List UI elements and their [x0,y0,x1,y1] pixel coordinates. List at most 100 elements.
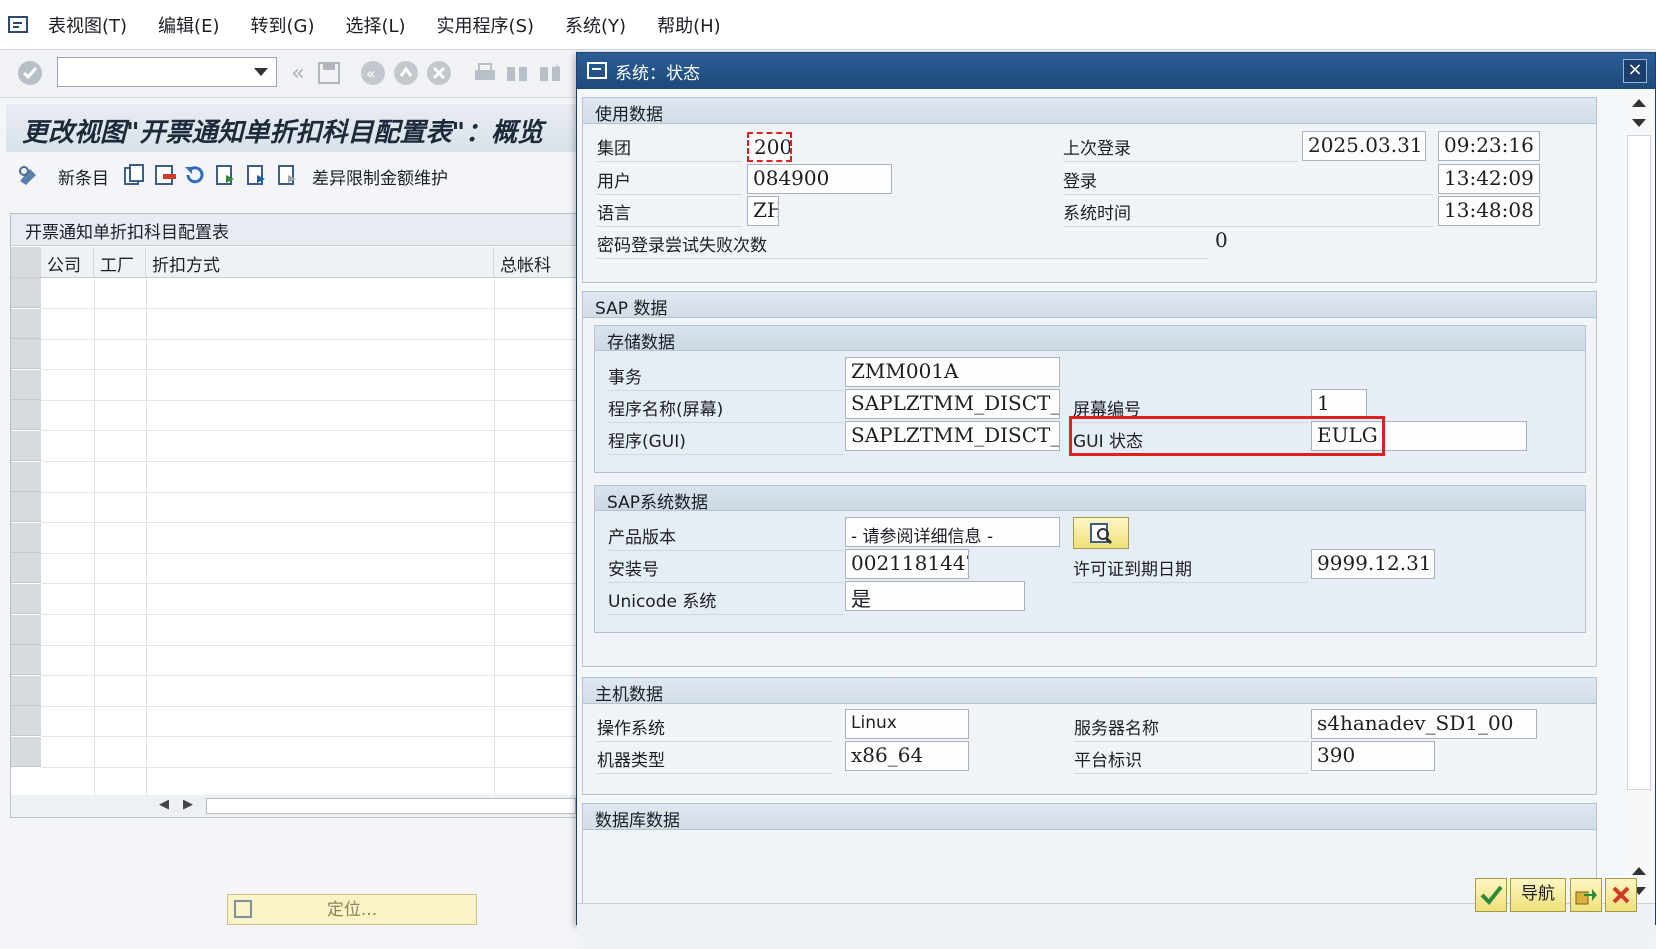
column-header-discount-method[interactable]: 折扣方式 [146,247,494,278]
find-next-icon[interactable]: + [537,60,563,86]
cancel-x-icon[interactable] [1605,878,1637,912]
system-status-dialog: 系统：状态 × 使用数据 集团 200 用户 084900 语言 ZH 密码登录… [576,52,1656,949]
row-selector[interactable] [11,675,41,706]
client-field[interactable]: 200 [747,132,792,162]
row-selector[interactable] [11,339,41,370]
select-all-rows[interactable] [11,247,41,278]
copy-icon[interactable] [121,162,147,188]
row-selector[interactable] [11,645,41,676]
menu-system[interactable]: 系统(Y) [565,12,626,38]
scroll-track[interactable] [1627,135,1651,790]
svg-text:+: + [553,62,561,73]
server-name-field: s4hanadev_SD1_00 [1311,709,1537,739]
table-row[interactable] [41,552,579,554]
scroll-left-icon[interactable]: ◀ [159,797,169,812]
menu-edit[interactable]: 编辑(E) [158,12,219,38]
row-selector[interactable] [11,492,41,523]
undo-icon[interactable] [182,162,208,188]
locate-label: 定位... [326,900,378,920]
row-selector[interactable] [11,522,41,553]
row-selector[interactable] [11,431,41,461]
close-icon[interactable]: × [1623,59,1647,83]
table-row[interactable] [41,399,579,401]
table-row[interactable] [41,308,579,309]
row-selector[interactable] [11,584,41,614]
chevron-down-icon[interactable] [254,68,268,76]
new-entries-button[interactable]: 新条目 [58,164,109,189]
scroll-right-icon[interactable]: ▶ [183,797,193,812]
back-double-chevron-icon[interactable]: « [285,60,311,86]
user-label: 用户 [597,163,742,195]
column-header-company[interactable]: 公司 [41,247,94,278]
scroll-track[interactable] [206,798,576,814]
confirm-check-icon[interactable] [1475,878,1507,912]
horizontal-scrollbar[interactable]: ◀ ▶ [11,795,579,817]
find-icon[interactable] [504,60,530,86]
column-header-gl-account[interactable]: 总帐科 [494,247,581,278]
row-selector[interactable] [11,400,41,431]
transaction-field: ZMM001A [845,357,1060,387]
license-expiry-label: 许可证到期日期 [1073,551,1308,583]
delete-icon[interactable] [152,162,178,188]
details-magnifier-icon[interactable] [1073,517,1129,549]
row-selector[interactable] [11,614,41,645]
menu-utilities[interactable]: 实用程序(S) [437,12,534,38]
license-expiry-field: 9999.12.31 [1311,549,1435,579]
select-all-icon[interactable] [213,162,239,188]
deselect-all-icon[interactable] [275,162,301,188]
password-fail-count: 0 [1215,228,1228,252]
os-field: Linux [845,709,969,739]
save-icon[interactable] [316,60,342,86]
row-selector[interactable] [11,278,41,308]
row-selector[interactable] [11,308,41,339]
locate-button[interactable]: 定位... [227,894,477,925]
group-header: SAP 数据 [583,292,1596,319]
navigation-button[interactable]: 导航 [1510,878,1566,912]
column-divider [94,278,95,802]
menu-table-view[interactable]: 表视图(T) [48,12,127,38]
table-row[interactable] [41,736,579,738]
diff-limit-button[interactable]: 差异限制金额维护 [312,164,448,189]
scroll-up-icon[interactable] [1632,99,1646,107]
table-row[interactable] [41,767,579,768]
row-selector[interactable] [11,369,41,400]
table-row[interactable] [41,461,579,462]
menu-selection[interactable]: 选择(L) [345,12,405,38]
scroll-down-icon[interactable] [1632,119,1646,127]
dialog-vertical-scrollbar[interactable] [1623,89,1655,903]
print-icon[interactable] [472,60,498,86]
enter-check-icon[interactable] [17,60,43,86]
table-row[interactable] [41,491,579,493]
exit-icon[interactable] [393,60,419,86]
table-row[interactable] [41,583,579,585]
usage-data-group: 使用数据 集团 200 用户 084900 语言 ZH 密码登录尝试失败次数 0… [582,97,1597,283]
cancel-icon[interactable] [426,60,452,86]
row-selector[interactable] [11,706,41,737]
table-row[interactable] [41,522,579,524]
row-selector[interactable] [11,553,41,584]
select-block-icon[interactable] [244,162,270,188]
table-row[interactable] [41,430,579,432]
table-row[interactable] [41,675,579,677]
dialog-menu-icon[interactable] [587,61,609,81]
scroll-up-icon[interactable] [1632,867,1646,875]
column-header-plant[interactable]: 工厂 [94,247,146,278]
menu-goto[interactable]: 转到(G) [250,12,314,38]
menu-icon[interactable] [8,15,30,35]
row-selector[interactable] [11,737,41,767]
sap-system-data-group: SAP系统数据 产品版本 - 请参阅详细信息 - 安装号 0021181447 … [594,485,1586,633]
transaction-label: 事务 [608,359,843,391]
repository-data-group: 存储数据 事务 ZMM001A 程序名称(屏幕) SAPLZTMM_DISCT_… [594,325,1586,473]
export-arrow-icon[interactable] [1570,878,1602,912]
display-change-icon[interactable] [16,162,42,188]
back-icon[interactable]: « [360,60,386,86]
table-row[interactable] [41,338,579,340]
table-row[interactable] [41,369,579,371]
table-row[interactable] [41,644,579,646]
row-selector[interactable] [11,461,41,492]
group-header: SAP系统数据 [595,486,1585,513]
command-field[interactable] [57,57,277,87]
table-row[interactable] [41,705,579,707]
menu-help[interactable]: 帮助(H) [657,12,721,38]
table-row[interactable] [41,614,579,615]
